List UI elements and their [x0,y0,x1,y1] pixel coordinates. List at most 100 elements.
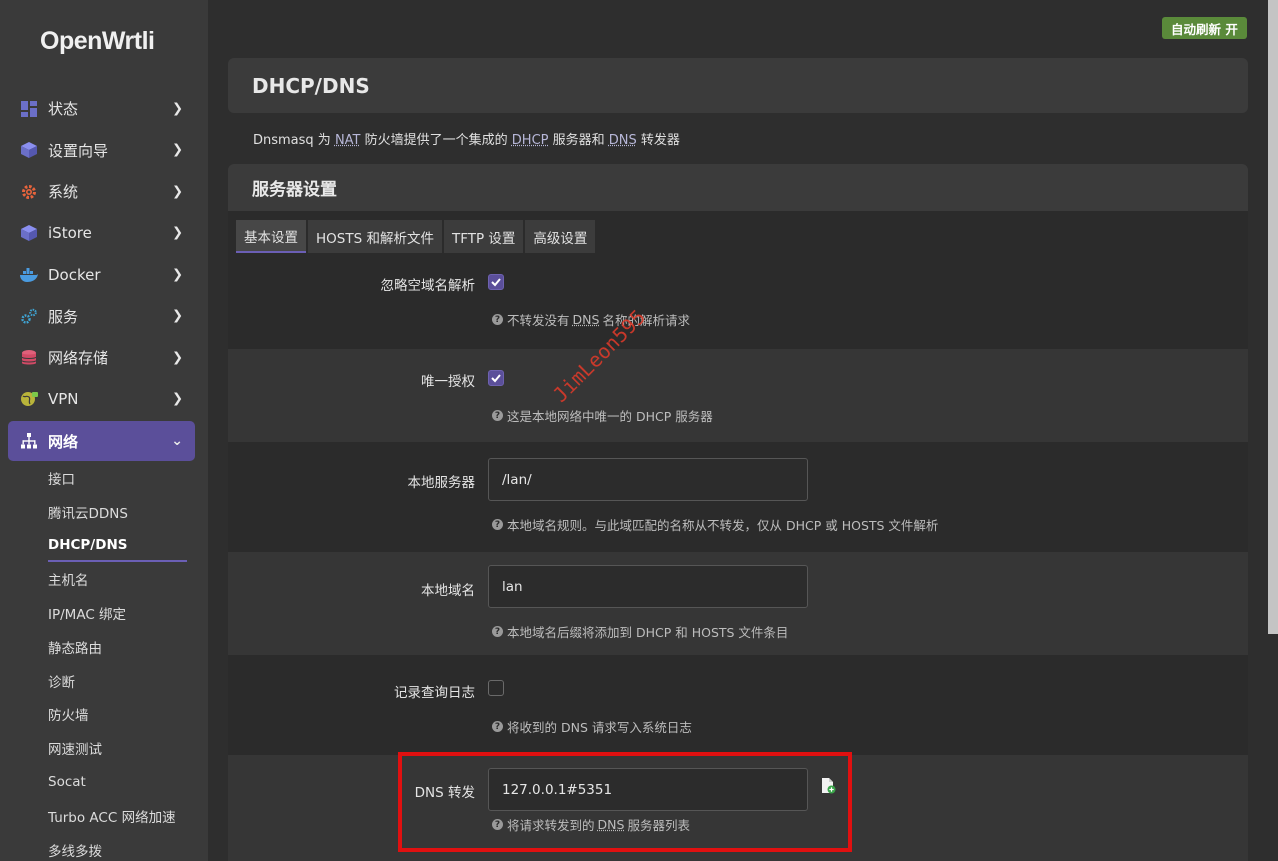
sidebar-item-wizard[interactable]: 设置向导 ❯ [8,130,195,172]
sidebar-item-docker[interactable]: Docker ❯ [8,254,195,296]
tab-advanced-settings[interactable]: 高级设置 [525,220,596,253]
hint-text: 本地域名后缀将添加到 DHCP 和 HOSTS 文件条目 [507,625,789,640]
tab-basic-settings[interactable]: 基本设置 [236,220,306,253]
abbr-dhcp: DHCP [511,133,549,148]
field-hint: ? 本地域名后缀将添加到 DHCP 和 HOSTS 文件条目 [492,622,788,641]
sidebar-item-services[interactable]: 服务 ❯ [8,296,195,338]
sidebar-subitem-hostnames[interactable]: 主机名 [0,562,208,596]
sidebar-item-label: Docker [48,265,101,284]
sidebar-item-label: VPN [48,390,79,409]
chevron-right-icon: ❯ [172,308,183,324]
section-title: 服务器设置 [228,164,1248,211]
dashboard-icon [20,100,38,118]
chevron-right-icon: ❯ [172,225,183,241]
chevron-right-icon: ❯ [172,267,183,283]
sidebar-subitem-diagnostics[interactable]: 诊断 [0,664,208,698]
help-icon: ? [492,626,503,637]
page-description: Dnsmasq 为 NAT 防火墙提供了一个集成的 DHCP 服务器和 DNS … [253,129,680,148]
logqueries-checkbox[interactable] [488,680,504,696]
add-entry-icon[interactable] [820,778,836,798]
sidebar-subitem-firewall[interactable]: 防火墙 [0,698,208,732]
page-title-card: DHCP/DNS [228,58,1248,113]
sidebar-item-vpn[interactable]: VPN ❯ [8,379,195,421]
desc-text: Dnsmasq 为 [253,133,335,148]
chevron-right-icon: ❯ [172,101,183,117]
sidebar-subitem-speedtest[interactable]: 网速测试 [0,731,208,765]
hint-text: 这是本地网络中唯一的 DHCP 服务器 [507,409,713,424]
sidebar-item-label: 网络 [48,432,79,451]
sidebar-item-istore[interactable]: iStore ❯ [8,213,195,255]
field-hint: ? 不转发没有 DNS 名称的解析请求 [492,310,690,329]
authoritative-checkbox[interactable] [488,370,504,386]
hint-text: 本地域名规则。与此域匹配的名称从不转发，仅从 DHCP 或 HOSTS 文件解析 [507,518,939,533]
chevron-right-icon: ❯ [172,350,183,366]
field-hint: ? 将请求转发到的 DNS 服务器列表 [492,815,690,834]
gear-icon [20,183,38,201]
page-scrollbar[interactable] [1268,0,1278,634]
field-label: 记录查询日志 [394,685,475,701]
sidebar-subitem-tencent-ddns[interactable]: 腾讯云DDNS [0,495,208,529]
network-icon [20,432,38,450]
local-server-input[interactable] [488,458,808,501]
field-hint: ? 本地域名规则。与此域匹配的名称从不转发，仅从 DHCP 或 HOSTS 文件解… [492,515,938,534]
auto-refresh-toggle[interactable]: 自动刷新 开 [1162,17,1247,39]
sidebar-item-label: 系统 [48,183,79,202]
row-dns-forward: DNS 转发 ? 将请求转发到的DNS服务器列表 [228,755,1248,861]
server-settings-section: 服务器设置 基本设置 HOSTS 和解析文件 TFTP 设置 高级设置 忽略空域… [228,164,1248,861]
sidebar-item-label: 设置向导 [48,141,109,160]
field-label: 唯一授权 [421,374,475,390]
abbr-dns: DNS [608,133,637,148]
chevron-right-icon: ❯ [172,391,183,407]
field-label: DNS 转发 [414,785,475,801]
dns-forward-input[interactable] [488,768,808,811]
sidebar-item-label: 状态 [48,100,79,119]
row-local-domain: 本地域名 ? 本地域名后缀将添加到 DHCP 和 HOSTS 文件条目 [228,552,1248,655]
page-title: DHCP/DNS [252,73,370,98]
check-icon [491,374,501,383]
sidebar-item-network[interactable]: 网络 ⌄ [8,421,195,461]
row-authoritative: 唯一授权 ? 这是本地网络中唯一的 DHCP 服务器 [228,349,1248,442]
field-label: 忽略空域名解析 [380,278,476,294]
check-icon [491,278,501,287]
tab-hosts-resolv[interactable]: HOSTS 和解析文件 [308,220,442,253]
sidebar: OpenWrtli 状态 ❯ 设置向导 ❯ 系统 ❯ iStore ❯ Dock… [0,0,208,861]
chevron-right-icon: ❯ [172,184,183,200]
sidebar-item-system[interactable]: 系统 ❯ [8,171,195,213]
sidebar-subitem-static-routes[interactable]: 静态路由 [0,630,208,664]
hint-text: 服务器列表 [627,818,690,833]
sidebar-subitem-interfaces[interactable]: 接口 [0,461,208,495]
sidebar-subitem-socat[interactable]: Socat [0,765,208,799]
field-label: 本地域名 [421,583,475,599]
sidebar-item-status[interactable]: 状态 ❯ [8,88,195,130]
hint-text: 不转发没有 [507,313,570,328]
desc-text: 防火墙提供了一个集成的 [360,133,512,148]
cogs-icon [20,307,38,325]
help-icon: ? [492,314,503,325]
sidebar-item-label: iStore [48,224,92,243]
abbr-dns: DNS [597,817,625,832]
row-logqueries: 记录查询日志 ? 将收到的 DNS 请求写入系统日志 [228,655,1248,755]
chevron-right-icon: ❯ [172,142,183,158]
sidebar-item-label: 网络存储 [48,349,109,368]
brand-logo[interactable]: OpenWrtli [40,27,155,56]
sidebar-item-nas[interactable]: 网络存储 ❯ [8,337,195,379]
settings-tabs: 基本设置 HOSTS 和解析文件 TFTP 设置 高级设置 [236,220,597,253]
sidebar-submenu-network: 接口 腾讯云DDNS DHCP/DNS 主机名 IP/MAC 绑定 静态路由 诊… [0,461,208,861]
docker-icon [20,266,38,284]
domainneeded-checkbox[interactable] [488,274,504,290]
tab-tftp-settings[interactable]: TFTP 设置 [443,220,524,253]
hint-text: 将请求转发到的 [507,818,595,833]
row-local-server: 本地服务器 ? 本地域名规则。与此域匹配的名称从不转发，仅从 DHCP 或 HOS… [228,442,1248,552]
sidebar-subitem-multiwan-dial[interactable]: 多线多拨 [0,833,208,861]
field-label: 本地服务器 [407,475,476,491]
chevron-down-icon: ⌄ [171,433,183,449]
field-hint: ? 将收到的 DNS 请求写入系统日志 [492,717,692,736]
sidebar-subitem-dhcp-dns[interactable]: DHCP/DNS [0,529,208,563]
sidebar-subitem-turbo-acc[interactable]: Turbo ACC 网络加速 [0,799,208,833]
help-icon: ? [492,721,503,732]
sidebar-item-label: 服务 [48,307,79,326]
desc-text: 转发器 [636,133,680,148]
cube-icon [20,224,38,242]
sidebar-subitem-ip-mac-binding[interactable]: IP/MAC 绑定 [0,596,208,630]
local-domain-input[interactable] [488,565,808,608]
